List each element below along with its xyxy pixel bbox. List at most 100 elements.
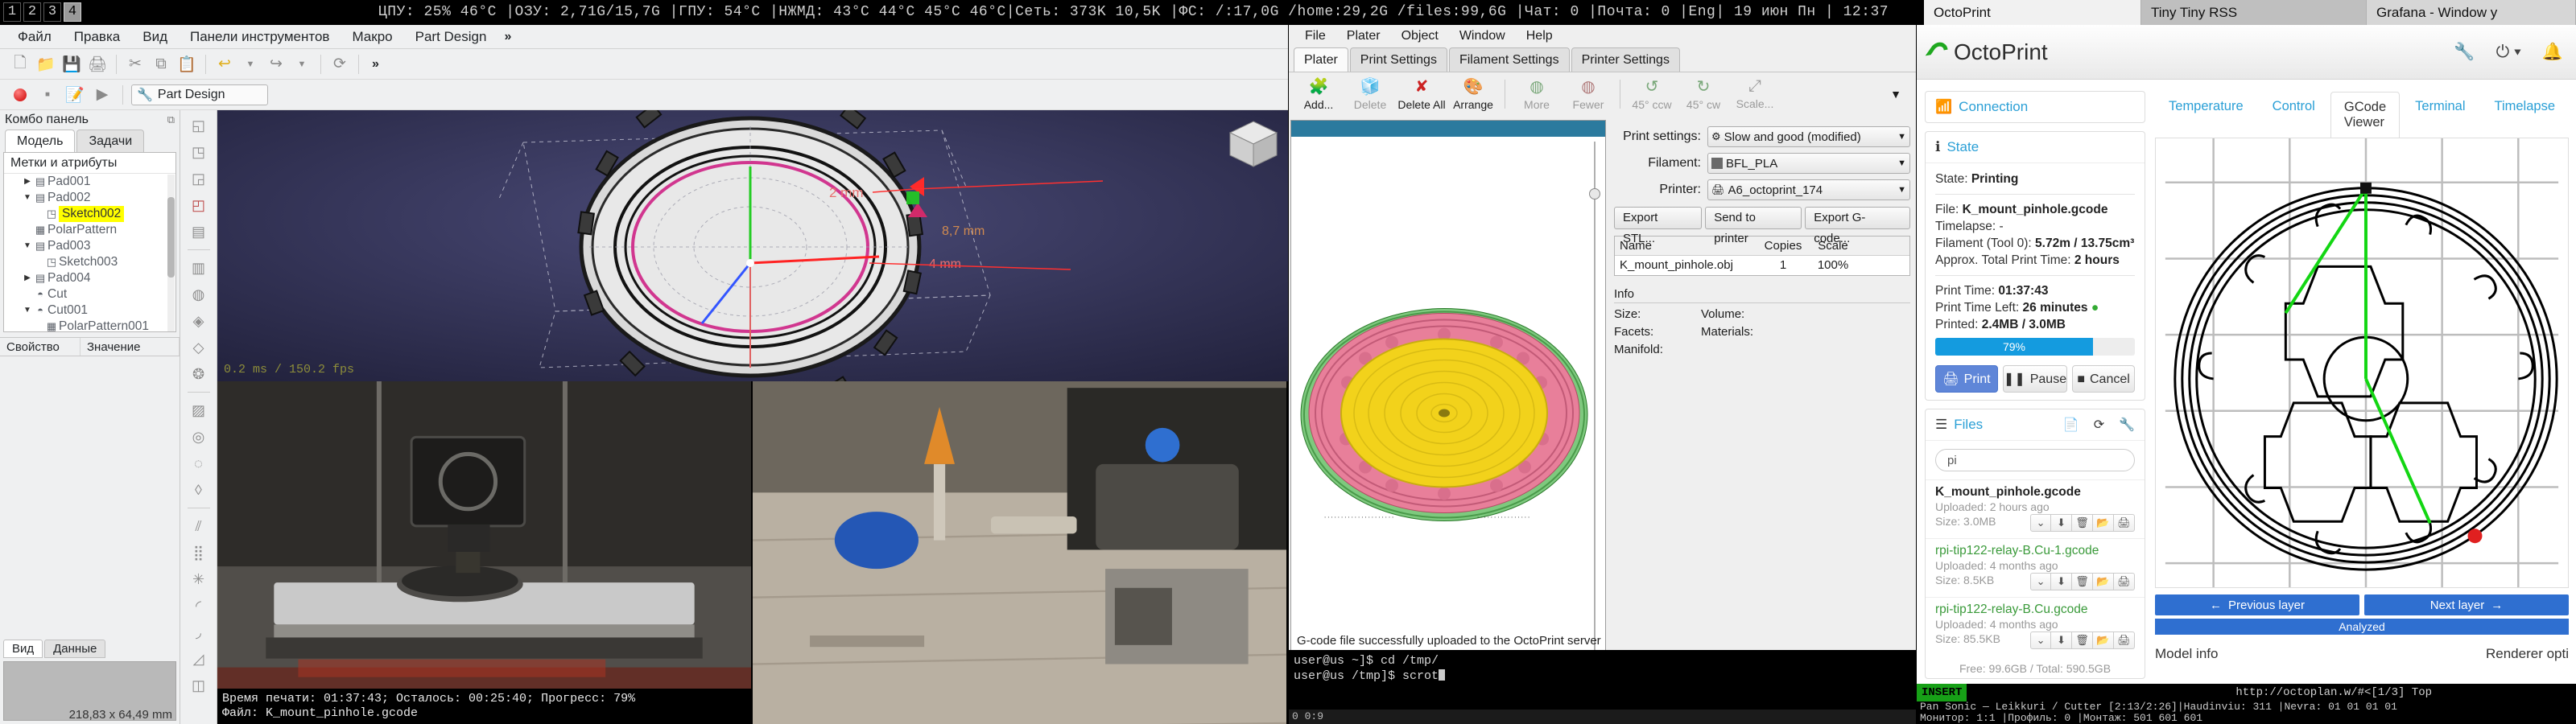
object-table[interactable]: Name Copies Scale K_mount_pinhole.obj 1 …: [1614, 236, 1910, 276]
workspace-tag-3[interactable]: 3: [43, 2, 61, 22]
slicer-menu-plater[interactable]: Plater: [1337, 25, 1390, 47]
window-item-octoprint[interactable]: OctoPrint: [1924, 0, 2141, 25]
filament-combo[interactable]: BFL_PLA ▼: [1707, 153, 1910, 174]
undock-icon[interactable]: ⧉: [167, 110, 175, 130]
octoprint-tabs[interactable]: Temperature Control GCode Viewer Termina…: [2155, 91, 2569, 138]
print-icon[interactable]: 🖨: [2114, 514, 2136, 532]
slicer-menu-help[interactable]: Help: [1517, 25, 1563, 47]
tab-control[interactable]: Control: [2259, 91, 2329, 138]
tab-model[interactable]: Модель: [5, 130, 76, 152]
tool-rotate-ccw[interactable]: ↺ 45° ccw: [1627, 76, 1677, 111]
linear-pattern-icon[interactable]: ⣿: [187, 541, 211, 565]
slicer-action-buttons[interactable]: Export STL... Send to printer Export G-c…: [1614, 207, 1910, 245]
file-search-input[interactable]: pi: [1935, 449, 2136, 471]
wrench-icon[interactable]: 🔧: [2454, 43, 2475, 62]
connection-card-header[interactable]: 📶 Connection: [1926, 92, 2145, 122]
octoprint-brand[interactable]: OctoPrint: [1930, 39, 2048, 65]
send-to-printer-button[interactable]: Send to printer: [1705, 207, 1802, 245]
workspace-tags[interactable]: 1 2 3 4: [3, 2, 81, 22]
freecad-toolbar-macro[interactable]: ▪ 📝 ▶ 🔧 Part Design: [0, 80, 1288, 110]
trash-icon[interactable]: 🗑: [2072, 631, 2094, 649]
new-file-icon[interactable]: 🗋: [8, 52, 32, 76]
macro-record-icon[interactable]: [8, 83, 32, 107]
export-stl-button[interactable]: Export STL...: [1614, 207, 1703, 245]
loft-icon[interactable]: ◈: [187, 309, 211, 333]
connection-card[interactable]: 📶 Connection: [1925, 91, 2146, 123]
slicer-menubar[interactable]: File Plater Object Window Help: [1289, 25, 1916, 47]
collapse-arrow-icon[interactable]: ▼: [22, 238, 33, 254]
slicer-toolbar[interactable]: 🧩 Add... 🧊 Delete ✘ Delete All 🎨 Arrange ◍ Mo…: [1289, 72, 1916, 115]
menu-partdesign[interactable]: Part Design: [404, 25, 498, 49]
subtractive-loft-icon[interactable]: ◊: [187, 478, 211, 502]
menu-edit[interactable]: Правка: [63, 25, 131, 49]
slicer-menu-file[interactable]: File: [1295, 25, 1335, 47]
menu-toolbars[interactable]: Панели инструментов: [179, 25, 341, 49]
tool-rotate-cw[interactable]: ↻ 45° cw: [1678, 76, 1728, 111]
chevron-down-icon[interactable]: ⌄: [2030, 631, 2052, 649]
layer-nav-buttons[interactable]: ← Previous layer Next layer →: [2155, 594, 2570, 615]
polar-pattern-icon[interactable]: ✳: [187, 567, 211, 591]
previous-layer-button[interactable]: ← Previous layer: [2155, 594, 2360, 615]
tree-item-sketch003[interactable]: ◳ Sketch003: [4, 254, 175, 270]
tab-data[interactable]: Данные: [44, 640, 106, 658]
download-icon[interactable]: ⬇: [2051, 514, 2073, 532]
tree-scroll-thumb[interactable]: [167, 197, 175, 278]
create-sketch-icon[interactable]: ◳: [187, 140, 211, 164]
menu-overflow-icon[interactable]: »: [497, 30, 518, 44]
chamfer-icon[interactable]: ◞: [187, 620, 211, 644]
tree-item-pad002[interactable]: ▼ ▤ Pad002: [4, 190, 175, 206]
chevron-down-icon[interactable]: ▼: [1897, 132, 1906, 142]
tab-gcode-viewer[interactable]: GCode Viewer: [2330, 92, 2401, 138]
tree-item-pad004[interactable]: ▶ ▤ Pad004: [4, 270, 175, 286]
window-item-grafana[interactable]: Grafana - Window y: [2367, 0, 2576, 25]
validate-sketch-icon[interactable]: ▤: [187, 220, 211, 244]
partdesign-vertical-toolbar[interactable]: ◱ ◳ ◲ ◰ ▤ ▥ ◍ ◈ ◇ ❂ ▨ ◎ ◌ ◊ ⫽ ⣿ ✳ ◜ ◞ ◿ …: [180, 110, 217, 724]
slicer-tab-print-settings[interactable]: Print Settings: [1349, 47, 1447, 72]
tree-item-polarpattern[interactable]: ▦ PolarPattern: [4, 222, 175, 238]
files-header-actions[interactable]: 📄 ⟳ 🔧: [2063, 417, 2135, 433]
tree-rows[interactable]: ▶ ▤ Pad001 ▼ ▤ Pad002 ◳ Sketch002 ▦ PolarPattern ▼…: [4, 174, 175, 331]
file-list[interactable]: K_mount_pinhole.gcode Uploaded: 2 hours a…: [1926, 479, 2145, 656]
slicer-tab-filament-settings[interactable]: Filament Settings: [1448, 47, 1570, 72]
file-name[interactable]: rpi-tip122-relay-B.Cu-1.gcode: [1935, 544, 2135, 558]
pad-icon[interactable]: ▥: [187, 256, 211, 280]
undo-icon[interactable]: ↩: [213, 52, 237, 76]
thickness-icon[interactable]: ◫: [187, 673, 211, 697]
menu-file[interactable]: Файл: [6, 25, 63, 49]
mirrored-icon[interactable]: ⫽: [187, 514, 211, 538]
macro-edit-icon[interactable]: 📝: [63, 83, 87, 107]
print-button[interactable]: 🖨 Print: [1935, 365, 1998, 393]
attach-sketch-icon[interactable]: ◰: [187, 193, 211, 217]
chevron-down-icon[interactable]: ⌄: [2030, 514, 2052, 532]
refresh-icon[interactable]: ⟳: [328, 52, 352, 76]
print-icon[interactable]: 🖨: [2114, 631, 2136, 649]
file-name[interactable]: K_mount_pinhole.gcode: [1935, 485, 2135, 500]
gcode-viewer-canvas[interactable]: [2155, 138, 2569, 588]
layer-slider[interactable]: [1589, 142, 1600, 673]
tool-scale[interactable]: ⤢ Scale...: [1730, 77, 1780, 110]
macro-stop-icon[interactable]: ▪: [35, 83, 60, 107]
bell-icon[interactable]: 🔔: [2542, 43, 2563, 62]
tree-item-pad003[interactable]: ▼ ▤ Pad003: [4, 238, 175, 254]
export-gcode-button[interactable]: Export G-code...: [1805, 207, 1910, 245]
tab-tasks[interactable]: Задачи: [76, 130, 145, 152]
collapse-arrow-icon[interactable]: ▼: [22, 190, 33, 206]
revolution-icon[interactable]: ◍: [187, 282, 211, 306]
pipe-icon[interactable]: ◇: [187, 335, 211, 360]
slicer-tab-plater[interactable]: Plater: [1294, 47, 1348, 72]
next-layer-button[interactable]: Next layer →: [2364, 594, 2570, 615]
tree-item-cut001[interactable]: ▼ ◓ Cut001: [4, 302, 175, 319]
tool-add[interactable]: 🧩 Add...: [1294, 76, 1344, 111]
print-settings-combo[interactable]: ⚙ Slow and good (modified) ▼: [1707, 126, 1910, 147]
folder-icon[interactable]: 📂: [2093, 573, 2115, 590]
workbench-selector[interactable]: 🔧 Part Design: [131, 84, 268, 105]
window-item-ttrss[interactable]: Tiny Tiny RSS: [2141, 0, 2367, 25]
tool-fewer[interactable]: ◍ Fewer: [1563, 76, 1613, 111]
file-list-item[interactable]: K_mount_pinhole.gcode Uploaded: 2 hours a…: [1926, 479, 2145, 538]
slicer-tabs[interactable]: Plater Print Settings Filament Settings …: [1289, 47, 1916, 72]
collapse-arrow-icon[interactable]: ▼: [22, 302, 33, 319]
workspace-tag-2[interactable]: 2: [23, 2, 41, 22]
workspace-tag-1[interactable]: 1: [3, 2, 21, 22]
download-icon[interactable]: ⬇: [2051, 573, 2073, 590]
tree-item-polarpattern001[interactable]: ▦ PolarPattern001: [4, 319, 175, 331]
